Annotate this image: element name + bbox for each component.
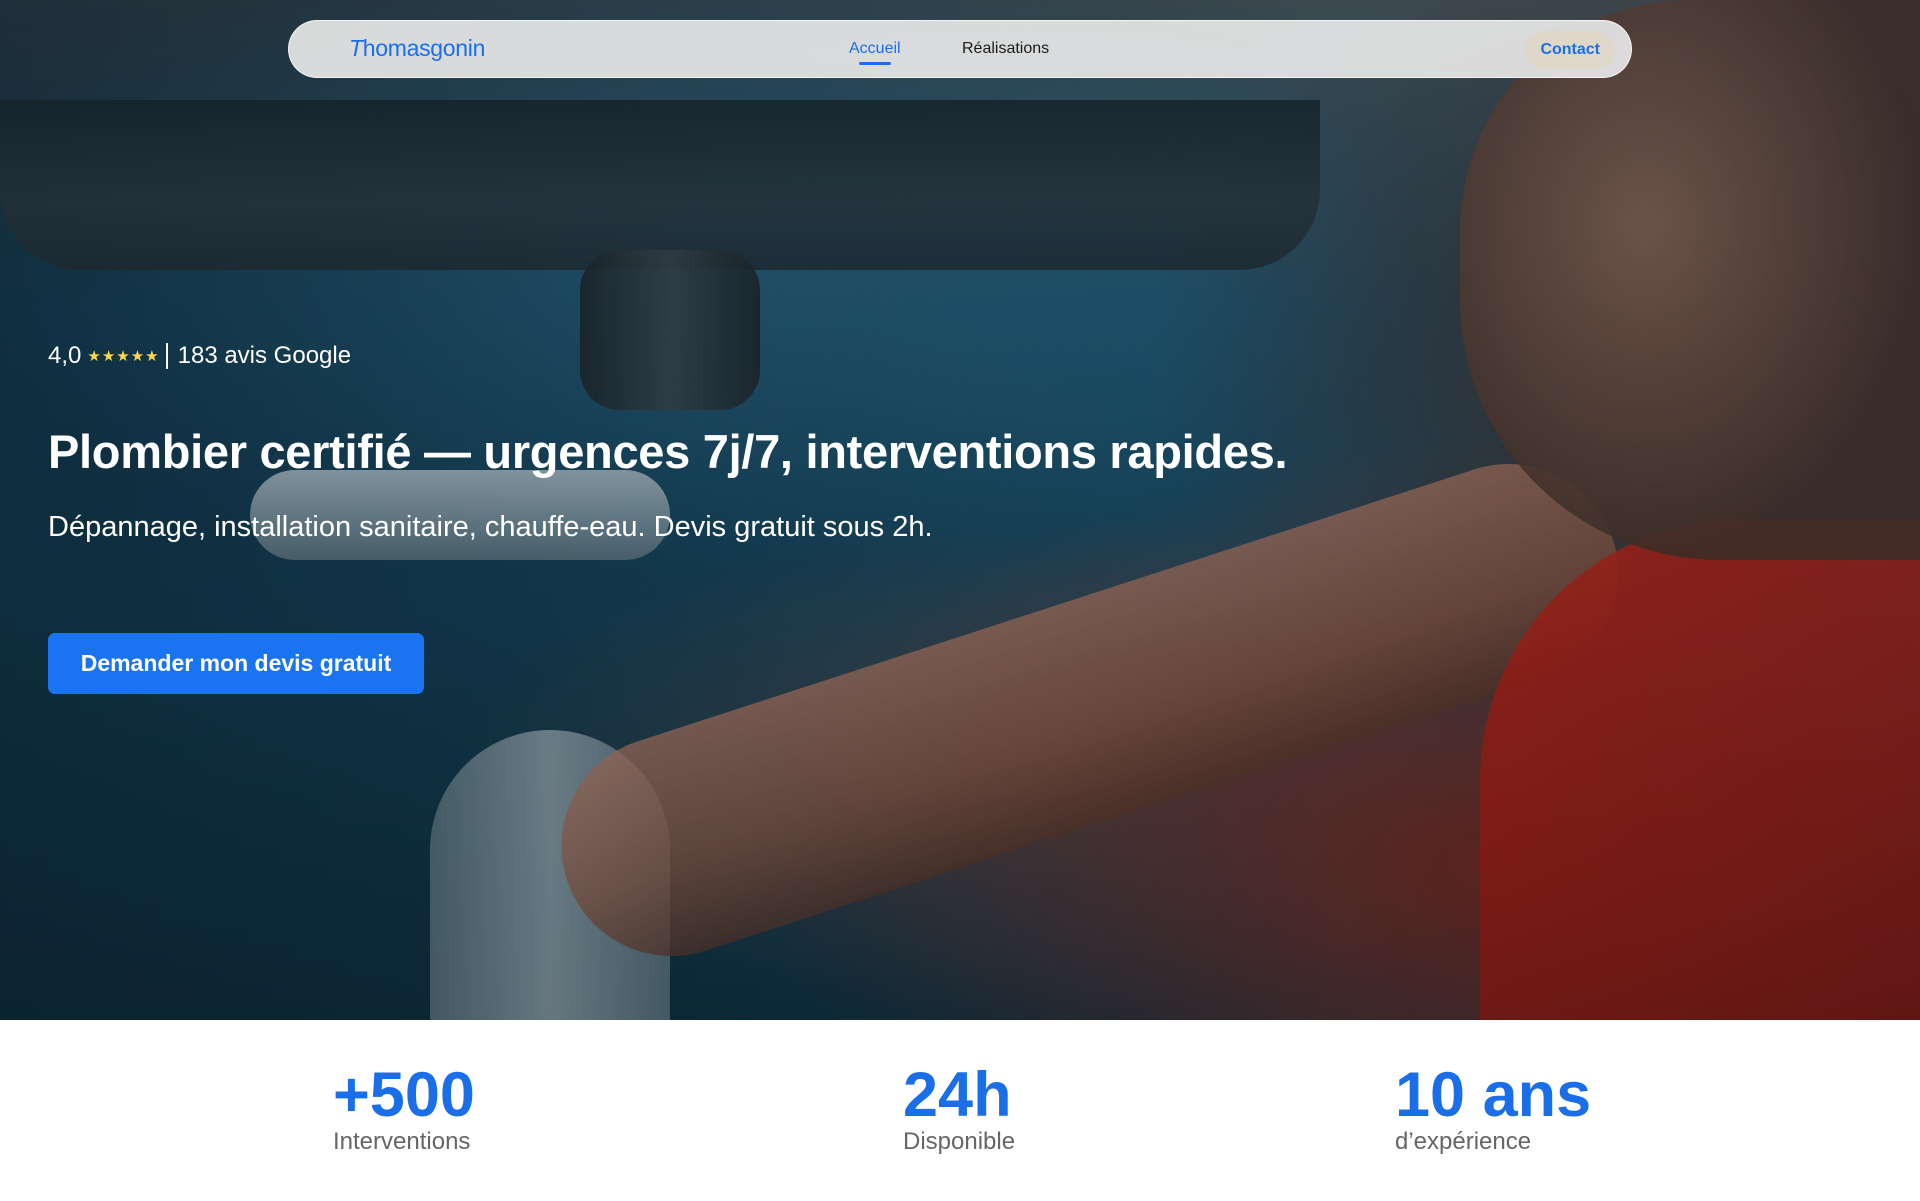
request-quote-button[interactable]: Demander mon devis gratuit — [48, 633, 424, 694]
hero-subtitle: Dépannage, installation sanitaire, chauf… — [48, 511, 933, 543]
active-indicator — [858, 62, 891, 65]
top-navbar: Thomasgonin Accueil Réalisations Contact — [288, 20, 1632, 78]
stat-experience: 10 ans d’expérience — [1395, 1062, 1591, 1156]
stat-value: 24h — [903, 1060, 1012, 1130]
hero-overlay — [0, 0, 1920, 1020]
stat-availability: 24h Disponible — [903, 1062, 1015, 1156]
stars-icon: ★★★★★ — [87, 348, 160, 365]
stat-label: d’expérience — [1395, 1128, 1532, 1155]
divider — [165, 343, 168, 369]
hero-title: Plombier certifié — urgences 7j/7, inter… — [48, 425, 1288, 478]
stat-value: +500 — [333, 1060, 475, 1130]
nav-link-accueil[interactable]: Accueil — [849, 40, 901, 65]
stat-value: 10 ans — [1395, 1060, 1592, 1130]
stat-interventions: +500 Interventions — [333, 1062, 475, 1156]
site-logo[interactable]: Thomasgonin — [349, 35, 485, 62]
google-rating: 4,0 ★★★★★ 183 avis Google — [48, 342, 351, 370]
stats-section: +500 Interventions 24h Disponible 10 ans… — [0, 1020, 1920, 1201]
hero-section: Thomasgonin Accueil Réalisations Contact… — [0, 0, 1920, 1020]
contact-button[interactable]: Contact — [1525, 31, 1615, 69]
rating-count: 183 avis Google — [177, 342, 352, 369]
nav-link-realisations[interactable]: Réalisations — [962, 40, 1049, 58]
stat-label: Disponible — [903, 1128, 1016, 1155]
rating-value: 4,0 — [48, 342, 82, 369]
stat-label: Interventions — [333, 1128, 471, 1155]
